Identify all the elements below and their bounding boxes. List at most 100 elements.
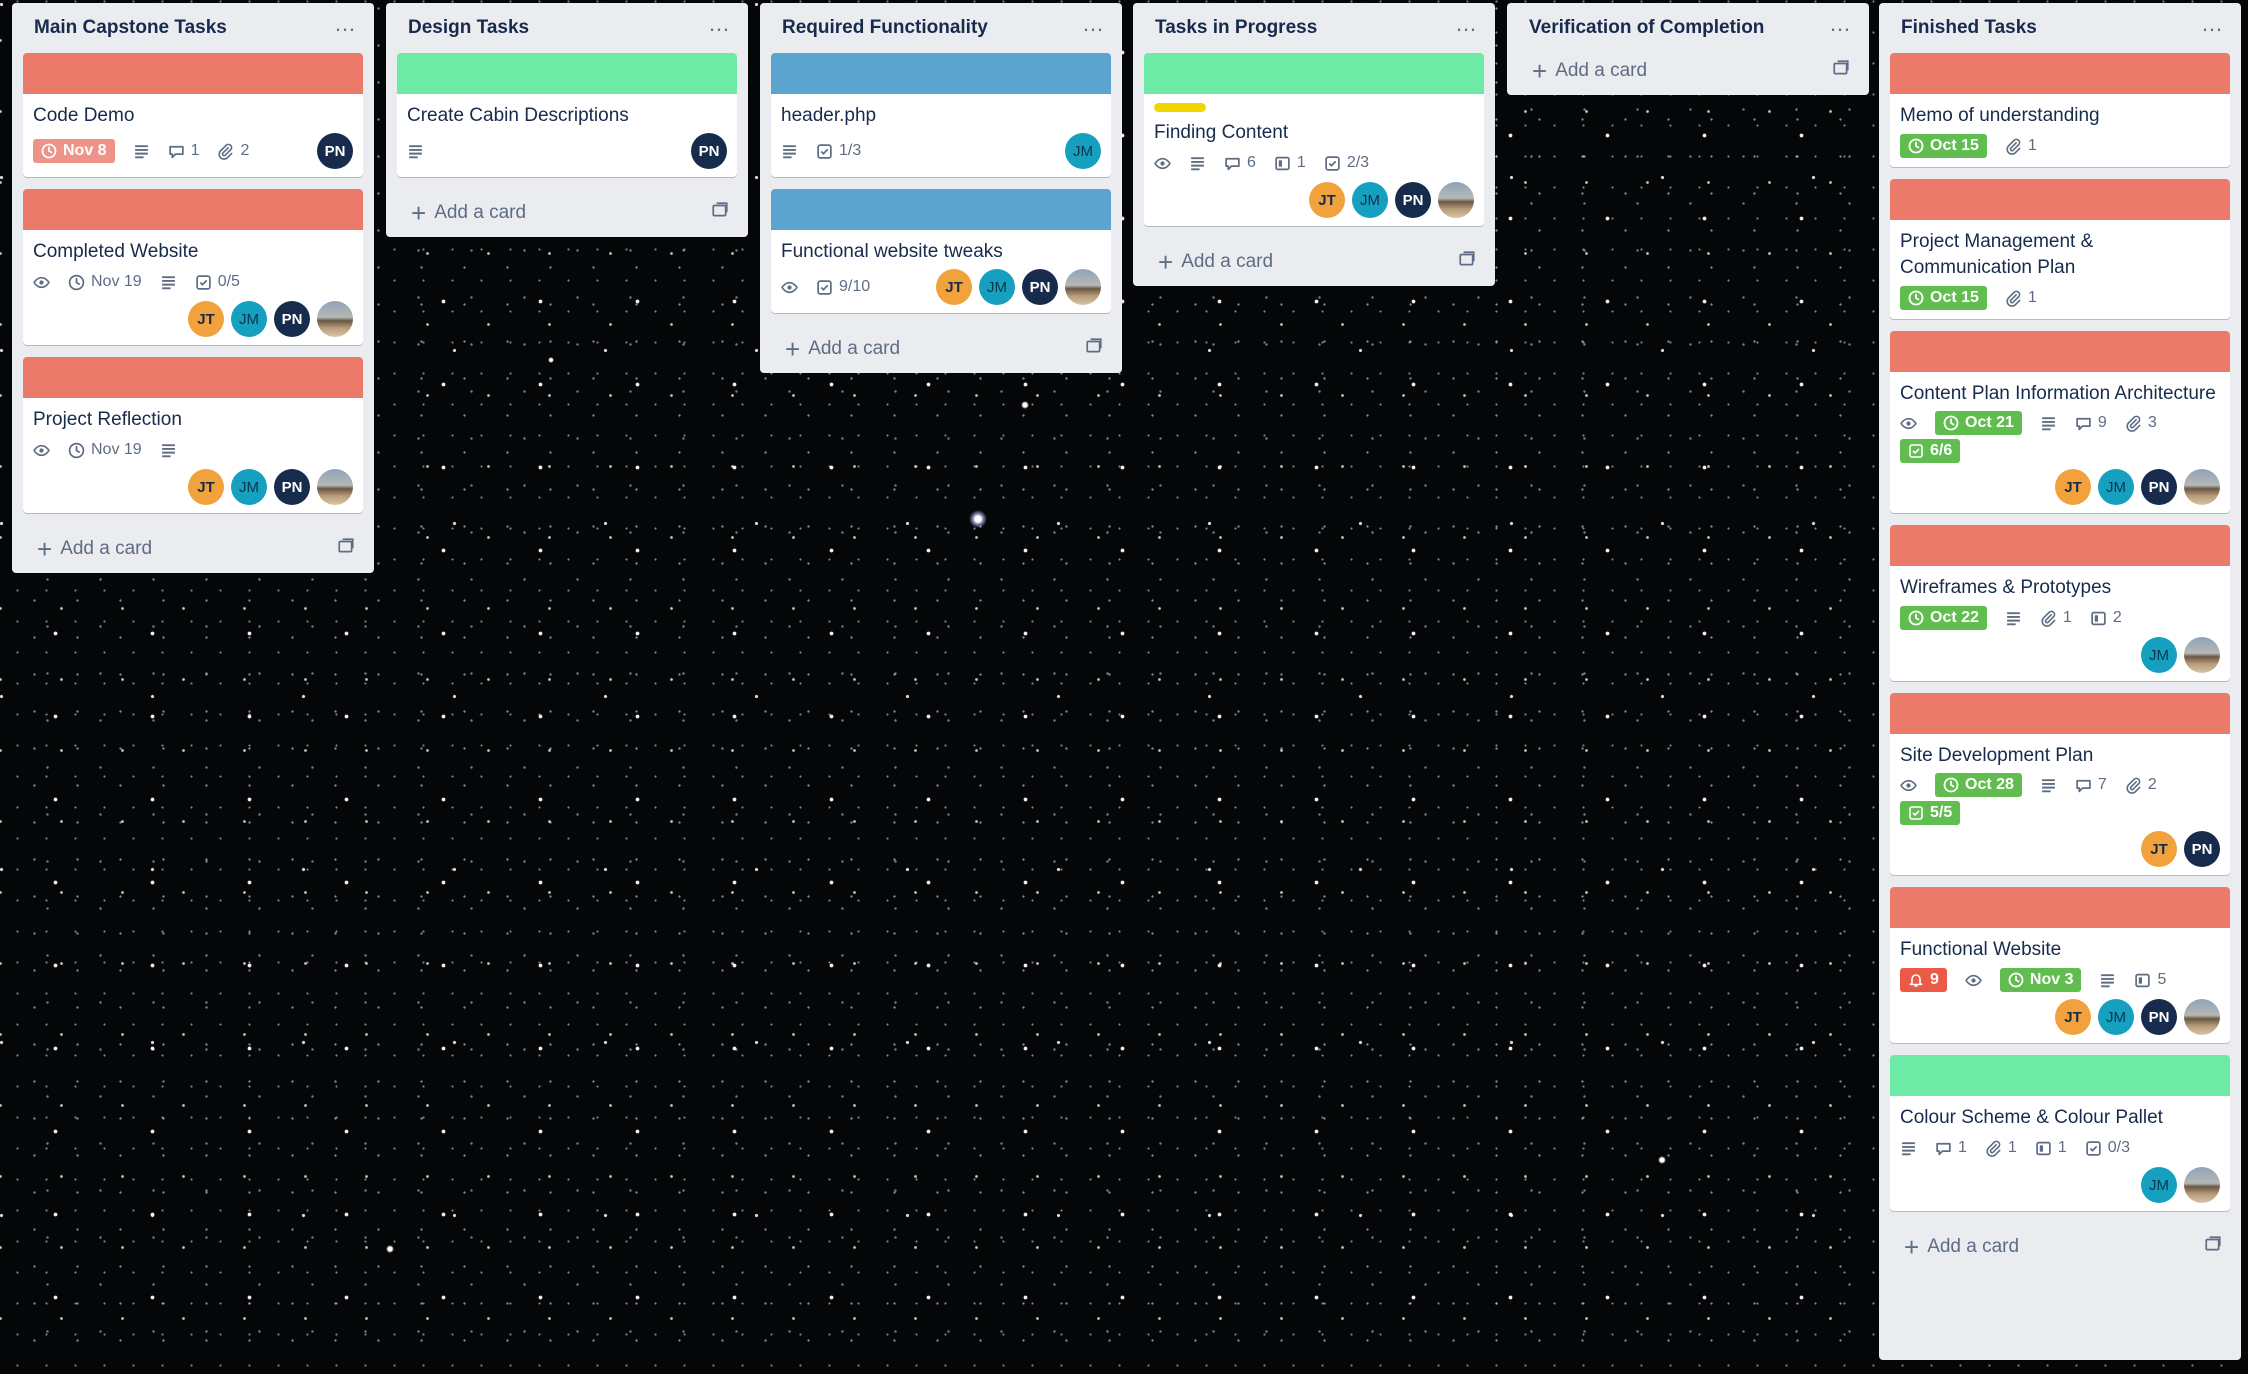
checklist-badge: 2/3: [1324, 154, 1369, 172]
due-date-badge[interactable]: Nov 19: [68, 273, 142, 291]
member-avatar-jt[interactable]: JT: [2055, 469, 2091, 505]
card-functional-website[interactable]: Functional Website 9 Nov 3 5 JT JM PN: [1890, 887, 2230, 1043]
member-avatar-pn[interactable]: PN: [274, 469, 310, 505]
due-date-badge[interactable]: Oct 21: [1935, 411, 2022, 435]
list-title[interactable]: Main Capstone Tasks: [34, 17, 227, 39]
member-avatar-jm[interactable]: JM: [2098, 999, 2134, 1035]
member-avatar-pn[interactable]: PN: [691, 133, 727, 169]
description-badge: [2040, 777, 2057, 794]
member-avatar-pn[interactable]: PN: [2184, 831, 2220, 867]
member-avatar-jt[interactable]: JT: [936, 269, 972, 305]
list-menu-button[interactable]: …: [2201, 13, 2224, 35]
member-avatar-photo[interactable]: [1438, 182, 1474, 218]
member-avatar-pn[interactable]: PN: [2141, 999, 2177, 1035]
due-date-badge[interactable]: Nov 3: [1999, 968, 2082, 992]
comments-count: 6: [1247, 154, 1256, 171]
list-title[interactable]: Verification of Completion: [1529, 17, 1764, 39]
member-avatar-pn[interactable]: PN: [1022, 269, 1058, 305]
notification-badge[interactable]: 9: [1900, 968, 1947, 992]
card-code-demo[interactable]: Code Demo Nov 8 1 2 PN: [23, 53, 363, 177]
trello-cards-badge: 2: [2090, 609, 2122, 627]
member-avatar-photo[interactable]: [2184, 1167, 2220, 1203]
member-avatar-jt[interactable]: JT: [188, 469, 224, 505]
add-card-button[interactable]: + Add a card: [1890, 1223, 2230, 1271]
attachments-count: 2: [240, 142, 250, 159]
member-avatar-jm[interactable]: JM: [1065, 133, 1101, 169]
card-colour-scheme[interactable]: Colour Scheme & Colour Pallet 1 1 1 0/3 …: [1890, 1055, 2230, 1211]
list-title[interactable]: Design Tasks: [408, 17, 529, 39]
comments-badge: 1: [1935, 1139, 1967, 1157]
list-design-tasks: Design Tasks … Create Cabin Descriptions…: [386, 3, 748, 237]
paperclip-icon: [218, 143, 233, 160]
add-card-button[interactable]: + Add a card: [23, 525, 363, 573]
add-card-button[interactable]: + Add a card: [1144, 238, 1484, 286]
list-header: Verification of Completion …: [1518, 3, 1858, 53]
add-card-button[interactable]: + Add a card: [397, 189, 737, 237]
list-title[interactable]: Finished Tasks: [1901, 17, 2037, 39]
member-avatar-photo[interactable]: [317, 301, 353, 337]
member-avatar-jt[interactable]: JT: [2055, 999, 2091, 1035]
plus-icon: +: [1532, 56, 1548, 86]
card-label-yellow[interactable]: [1154, 103, 1206, 112]
due-date-badge[interactable]: Nov 8: [33, 139, 115, 163]
list-menu-button[interactable]: …: [1082, 13, 1105, 35]
list-menu-button[interactable]: …: [334, 13, 357, 35]
plus-icon: +: [1904, 1232, 1920, 1262]
card-finding-content[interactable]: Finding Content 6 1 2/3 JT JM PN: [1144, 53, 1484, 226]
card-template-icon[interactable]: [1085, 337, 1103, 361]
card-template-icon[interactable]: [711, 201, 729, 225]
member-avatar-photo[interactable]: [2184, 637, 2220, 673]
list-title[interactable]: Tasks in Progress: [1155, 17, 1317, 39]
due-date-badge[interactable]: Oct 15: [1900, 134, 1987, 158]
list-menu-button[interactable]: …: [1829, 13, 1852, 35]
list-title[interactable]: Required Functionality: [782, 17, 988, 39]
card-memo-of-understanding[interactable]: Memo of understanding Oct 15 1: [1890, 53, 2230, 167]
member-avatar-pn[interactable]: PN: [1395, 182, 1431, 218]
card-site-development-plan[interactable]: Site Development Plan Oct 28 7 2 5/5 JT …: [1890, 693, 2230, 875]
card-functional-website-tweaks[interactable]: Functional website tweaks 9/10 JT JM PN: [771, 189, 1111, 313]
member-avatar-jm[interactable]: JM: [1352, 182, 1388, 218]
description-badge: [781, 143, 798, 160]
trello-cards-badge: 1: [2035, 1139, 2067, 1157]
member-avatar-jt[interactable]: JT: [2141, 831, 2177, 867]
attachments-badge: 1: [2005, 289, 2037, 307]
add-card-button[interactable]: + Add a card: [771, 325, 1111, 373]
member-avatar-jm[interactable]: JM: [231, 469, 267, 505]
member-avatar-jt[interactable]: JT: [188, 301, 224, 337]
due-date-badge[interactable]: Oct 28: [1935, 773, 2022, 797]
watch-badge: [33, 274, 50, 291]
card-wireframes-prototypes[interactable]: Wireframes & Prototypes Oct 22 1 2 JM: [1890, 525, 2230, 681]
card-template-icon[interactable]: [2204, 1235, 2222, 1259]
member-avatar-jm[interactable]: JM: [2141, 1167, 2177, 1203]
card-template-icon[interactable]: [1458, 250, 1476, 274]
list-menu-button[interactable]: …: [708, 13, 731, 35]
member-avatar-photo[interactable]: [1065, 269, 1101, 305]
card-content-plan[interactable]: Content Plan Information Architecture Oc…: [1890, 331, 2230, 513]
card-template-icon[interactable]: [337, 537, 355, 561]
list-menu-button[interactable]: …: [1455, 13, 1478, 35]
member-avatar-jt[interactable]: JT: [1309, 182, 1345, 218]
member-avatar-photo[interactable]: [2184, 469, 2220, 505]
card-header-php[interactable]: header.php 1/3 JM: [771, 53, 1111, 177]
card-project-reflection[interactable]: Project Reflection Nov 19 JT JM PN: [23, 357, 363, 513]
due-date-text: Oct 15: [1930, 137, 1979, 154]
member-avatar-pn[interactable]: PN: [2141, 469, 2177, 505]
due-date-badge[interactable]: Nov 19: [68, 441, 142, 459]
member-avatar-photo[interactable]: [2184, 999, 2220, 1035]
card-project-management-plan[interactable]: Project Management & Communication Plan …: [1890, 179, 2230, 319]
card-completed-website[interactable]: Completed Website Nov 19 0/5 JT JM PN: [23, 189, 363, 345]
card-cover: [1890, 1055, 2230, 1096]
member-avatar-jm[interactable]: JM: [2141, 637, 2177, 673]
add-card-button[interactable]: + Add a card: [1518, 47, 1858, 95]
member-avatar-jm[interactable]: JM: [979, 269, 1015, 305]
due-date-badge[interactable]: Oct 15: [1900, 286, 1987, 310]
due-date-badge[interactable]: Oct 22: [1900, 606, 1987, 630]
member-avatar-jm[interactable]: JM: [231, 301, 267, 337]
member-avatar-photo[interactable]: [317, 469, 353, 505]
card-template-icon[interactable]: [1832, 59, 1850, 83]
member-avatar-pn[interactable]: PN: [317, 133, 353, 169]
checkbox-icon: [2085, 1140, 2101, 1156]
member-avatar-jm[interactable]: JM: [2098, 469, 2134, 505]
member-avatar-pn[interactable]: PN: [274, 301, 310, 337]
card-create-cabin-descriptions[interactable]: Create Cabin Descriptions PN: [397, 53, 737, 177]
